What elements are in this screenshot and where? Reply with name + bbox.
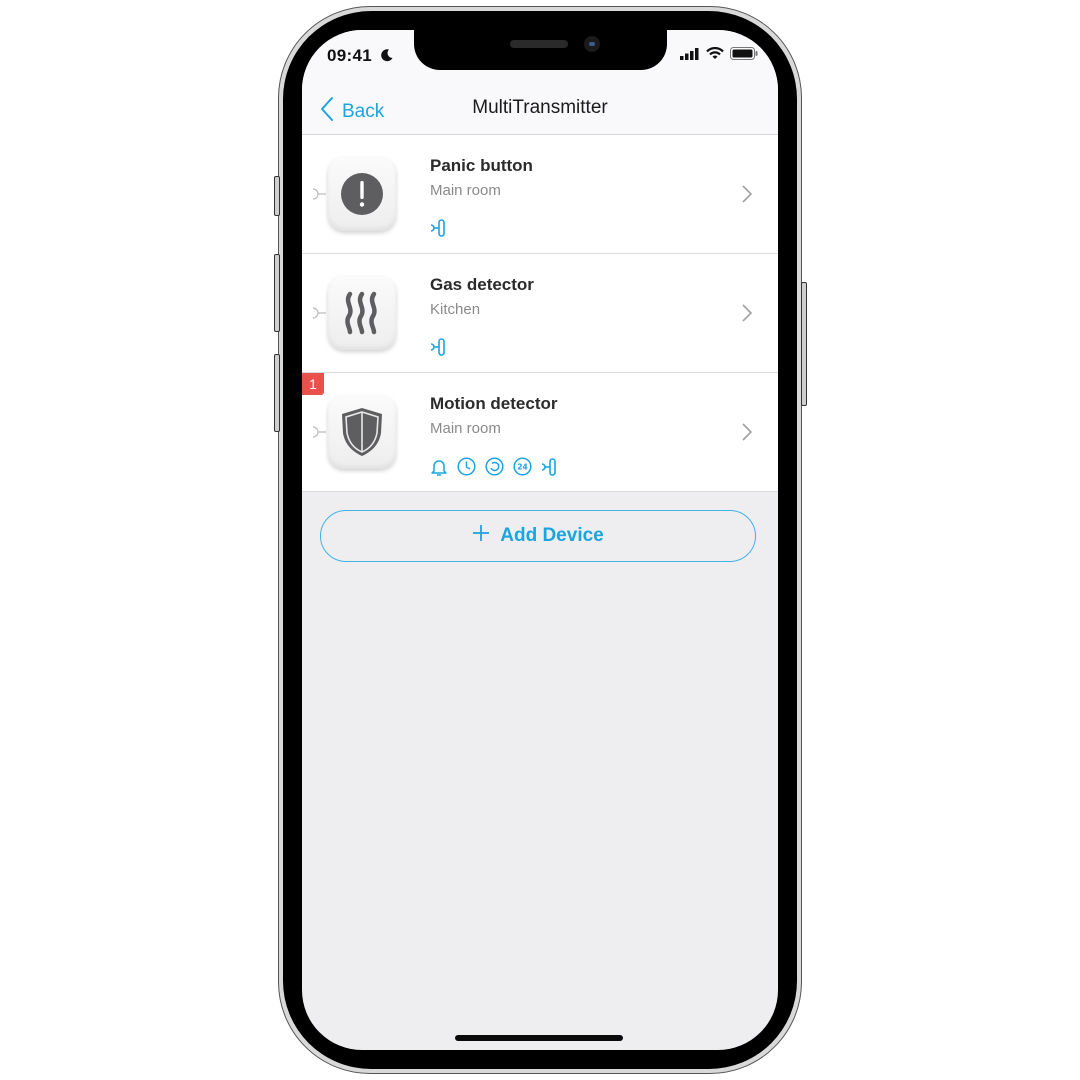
device-row-gas-detector[interactable]: Gas detector Kitchen: [302, 254, 778, 373]
device-room: Main room: [430, 182, 501, 199]
device-name: Panic button: [430, 156, 533, 175]
mute-switch: [274, 176, 280, 216]
add-device-label: Add Device: [500, 525, 604, 546]
device-status-icons: [430, 338, 446, 361]
device-room: Main room: [430, 420, 501, 437]
plus-icon: [472, 524, 490, 548]
shield-icon: [328, 395, 396, 469]
connector-icon: [312, 306, 326, 319]
volume-down-button: [274, 354, 280, 432]
bell-icon: [430, 458, 448, 481]
volume-up-button: [274, 254, 280, 332]
wired-connection-icon: [430, 338, 446, 361]
screen: 09:41 Back MultiTransmitter Panic button…: [302, 30, 778, 1050]
home-indicator[interactable]: [455, 1035, 623, 1041]
navigation-bar: Back MultiTransmitter: [302, 80, 778, 135]
panic-button-icon: [328, 157, 396, 231]
power-button: [801, 282, 807, 406]
status-icons: [680, 47, 758, 65]
alert-count-badge: 1: [302, 373, 324, 395]
24h-zone-icon: 24: [513, 457, 532, 481]
chevron-right-icon: [742, 423, 753, 446]
delay-clock-icon: [457, 457, 476, 481]
chevron-right-icon: [742, 185, 753, 208]
wired-connection-icon: [430, 219, 446, 242]
connector-icon: [312, 425, 326, 438]
moon-icon: [380, 48, 394, 65]
svg-text:24: 24: [517, 462, 527, 471]
speaker-grille: [510, 40, 568, 48]
battery-icon: [730, 47, 758, 65]
gas-detector-icon: [328, 276, 396, 350]
front-camera: [584, 36, 600, 52]
device-room: Kitchen: [430, 301, 481, 318]
status-time: 09:41: [327, 46, 372, 65]
sync-icon: [485, 457, 504, 481]
device-row-panic-button[interactable]: Panic button Main room: [302, 135, 778, 254]
device-status-icons: 24: [430, 457, 557, 481]
page-title: MultiTransmitter: [472, 97, 608, 118]
device-row-motion-detector[interactable]: 1 Motion detector Main room 24: [302, 373, 778, 492]
wifi-icon: [706, 47, 724, 65]
device-status-icons: [430, 219, 446, 242]
connector-icon: [312, 187, 326, 200]
wired-connection-icon: [541, 457, 557, 481]
notch: [414, 30, 667, 70]
cellular-signal-icon: [680, 47, 700, 65]
chevron-right-icon: [742, 304, 753, 327]
device-name: Gas detector: [430, 275, 534, 294]
add-device-button[interactable]: Add Device: [320, 510, 756, 562]
device-name: Motion detector: [430, 394, 558, 413]
device-list: Panic button Main room Gas detector Kitc…: [302, 135, 778, 492]
